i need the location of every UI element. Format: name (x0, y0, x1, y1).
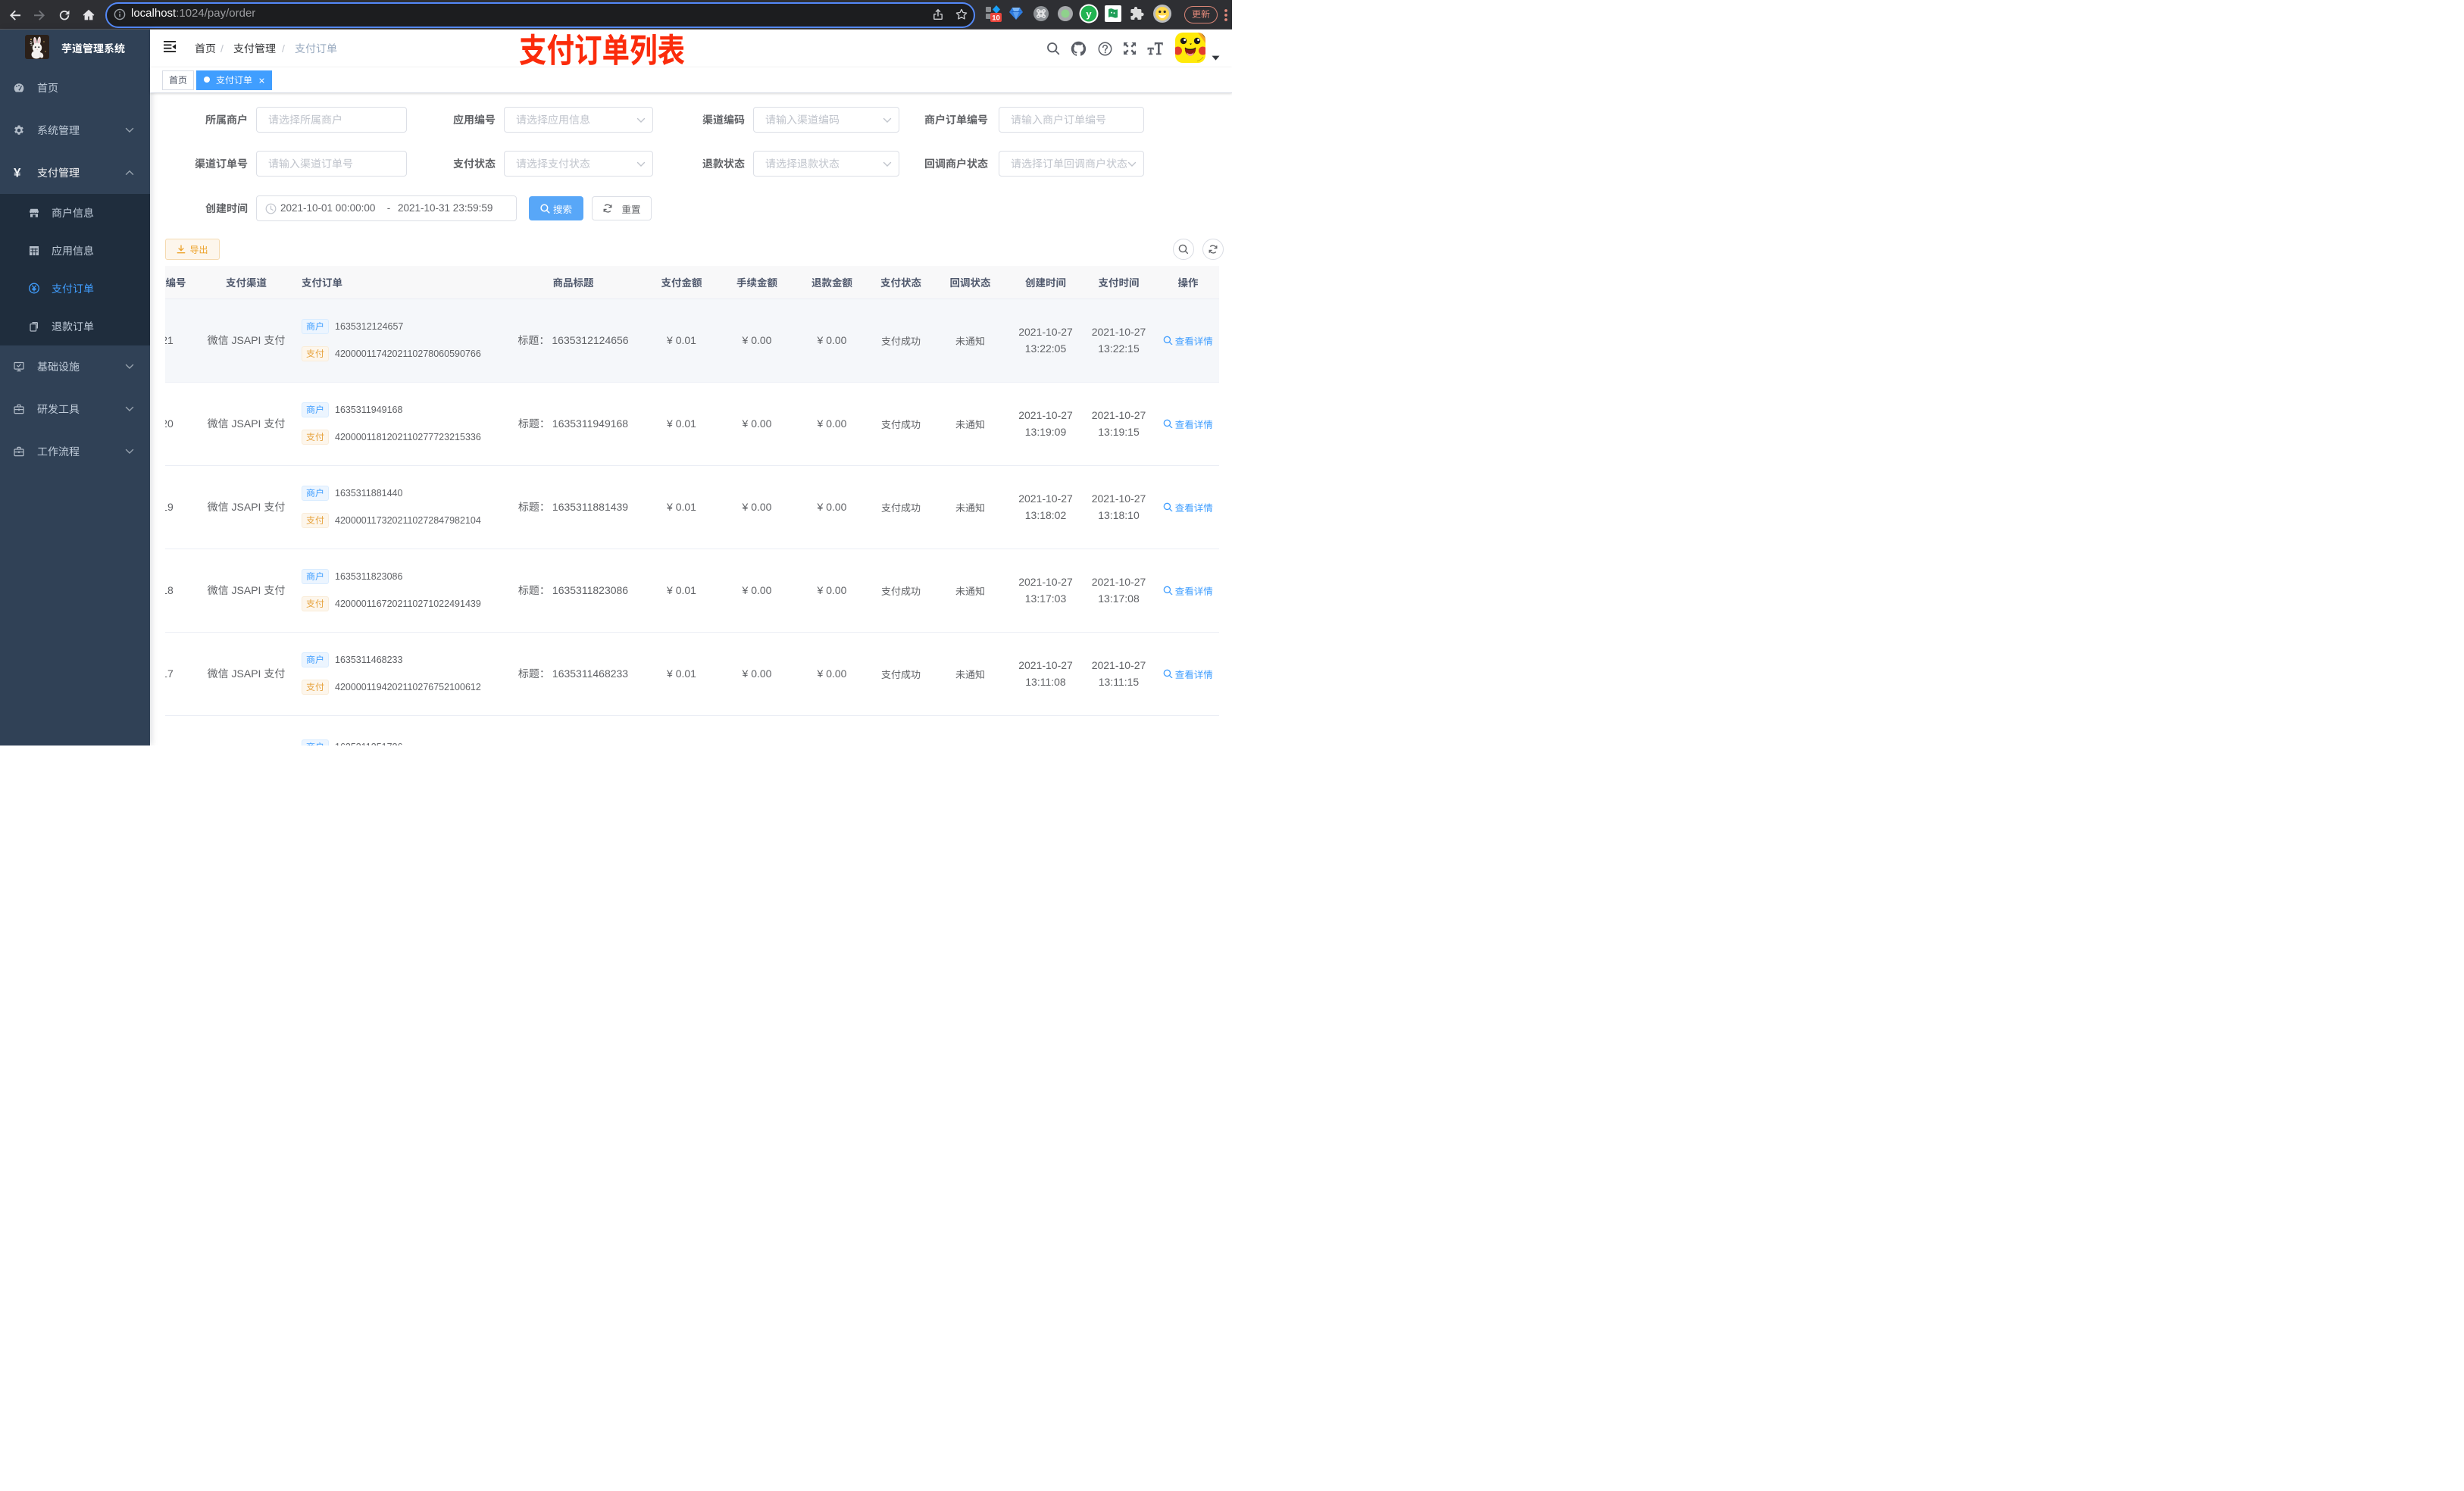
svg-text:10: 10 (992, 14, 1000, 23)
svg-text:y: y (1086, 8, 1092, 20)
